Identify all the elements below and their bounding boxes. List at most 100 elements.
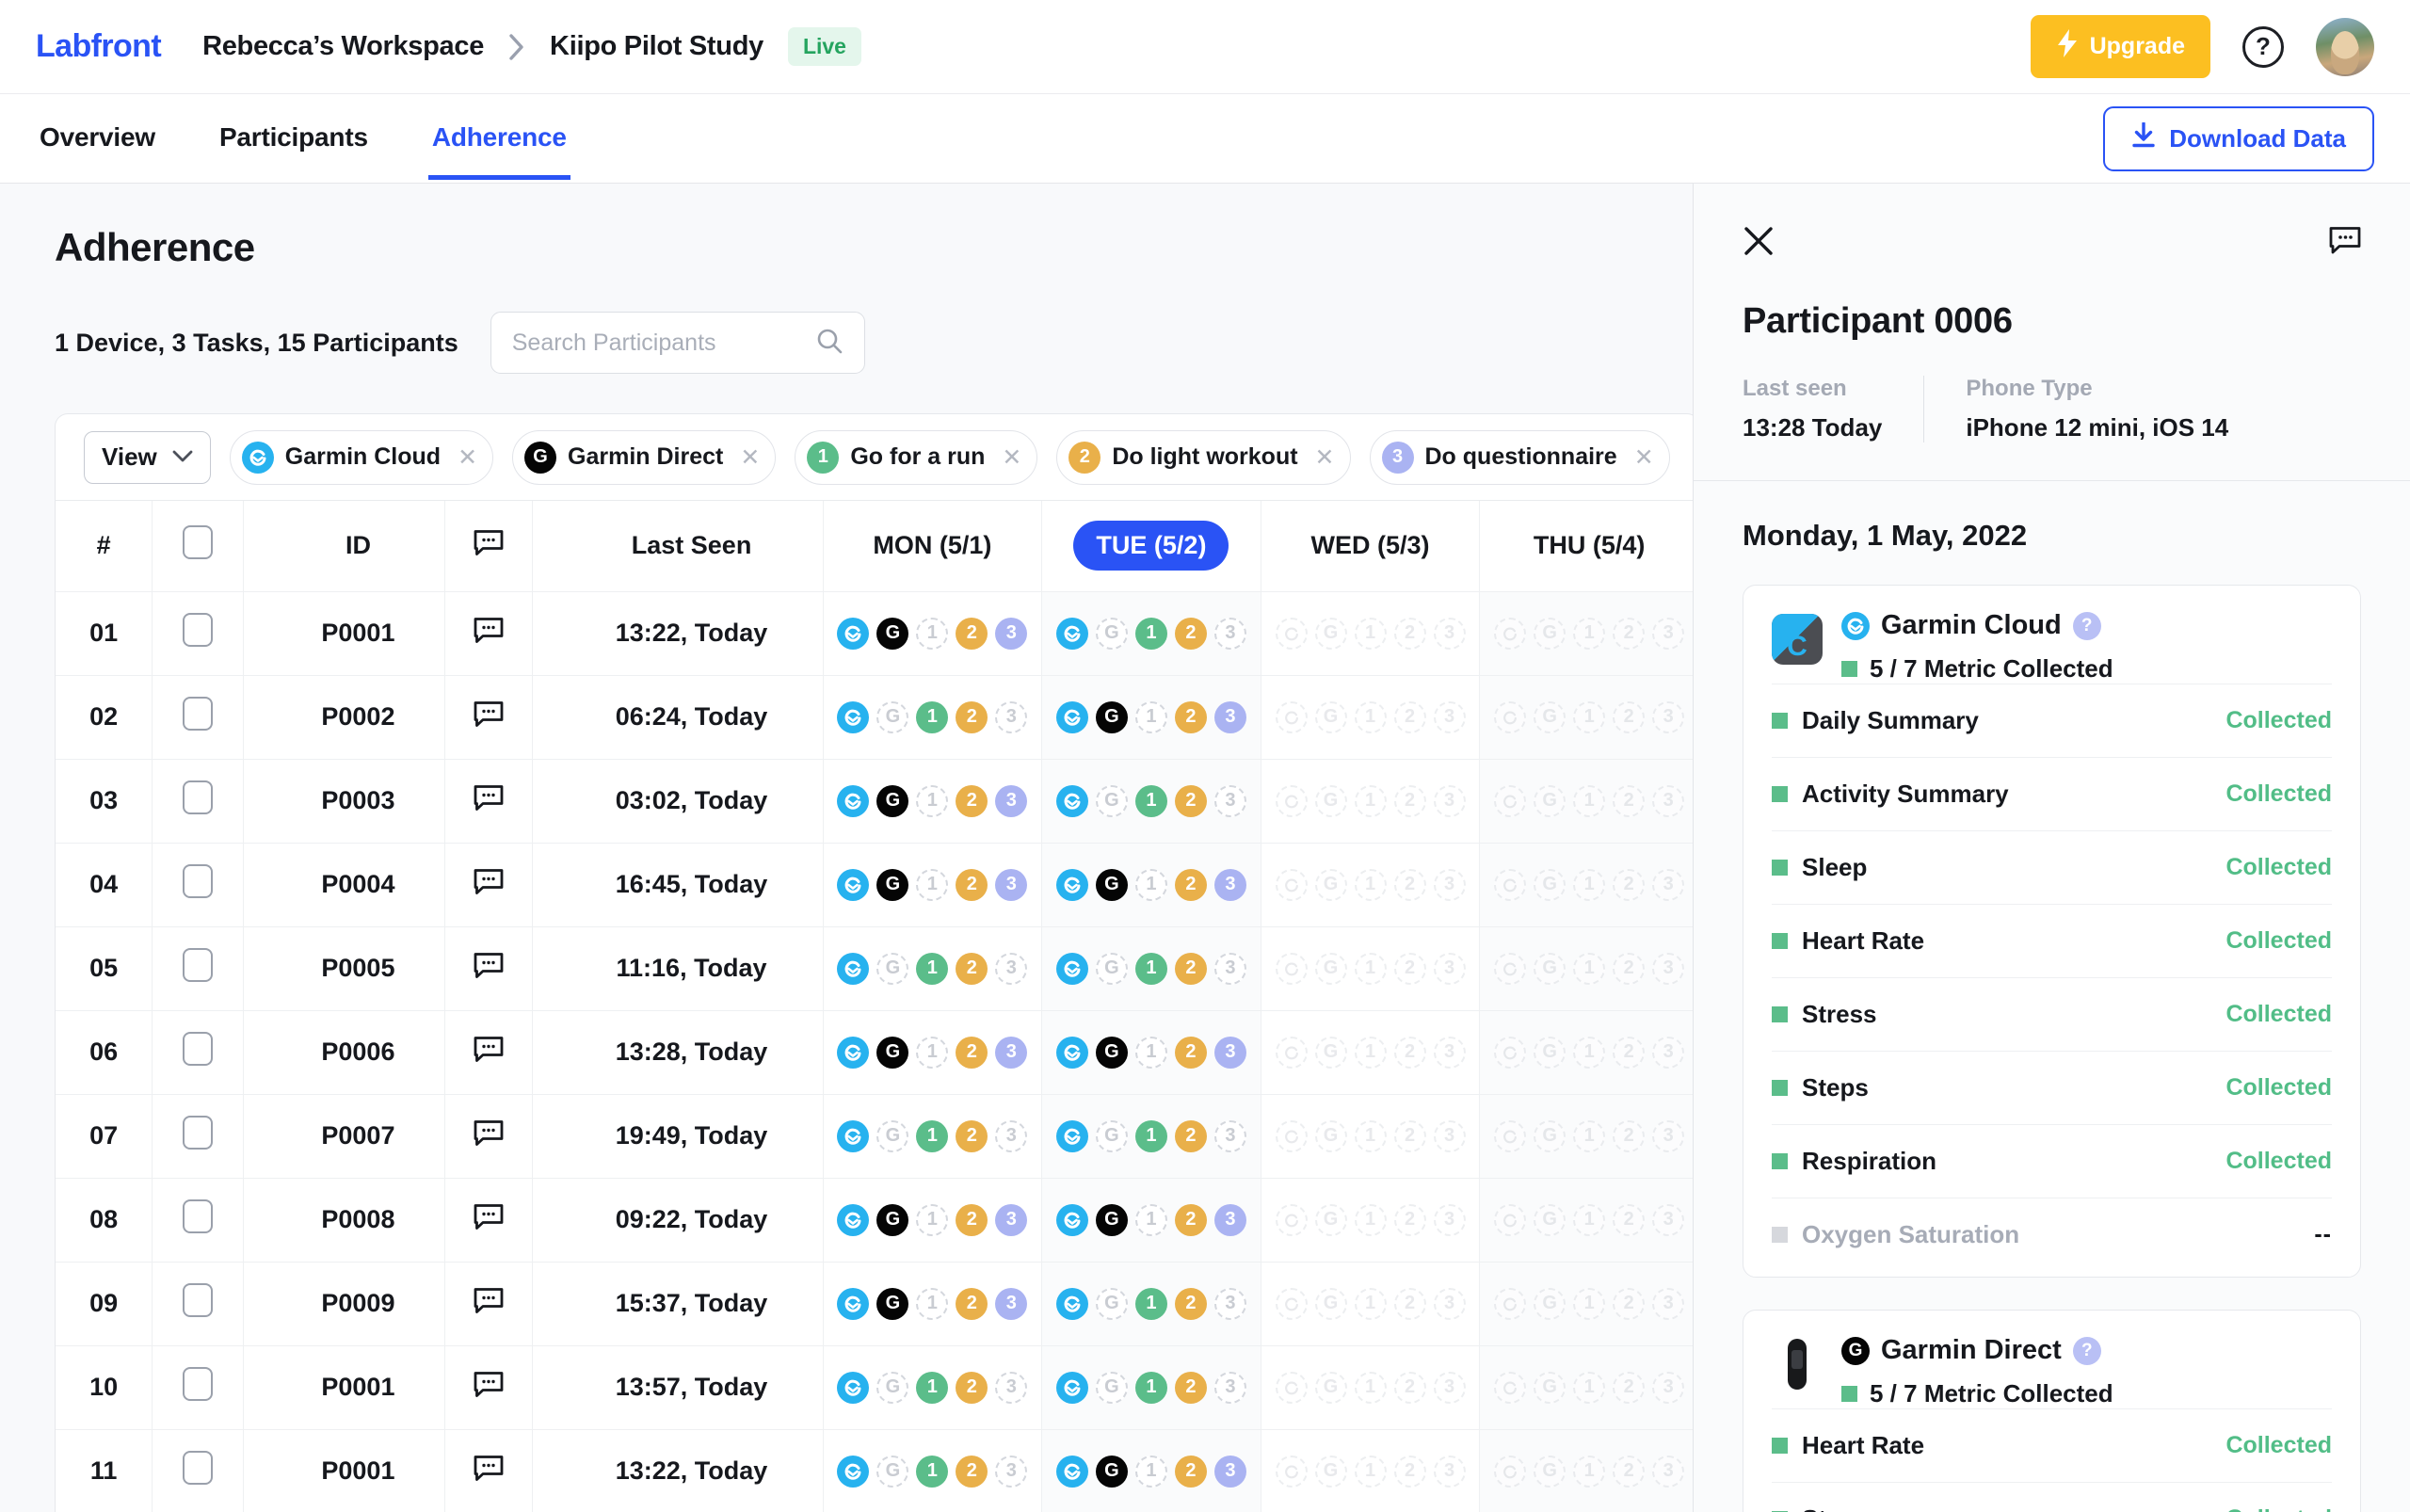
- col-day-thu[interactable]: THU (5/4): [1480, 501, 1693, 591]
- panel-comment-icon[interactable]: [2329, 225, 2361, 260]
- adherence-day-cell[interactable]: G123: [1261, 1345, 1480, 1429]
- row-checkbox-cell[interactable]: [153, 1345, 243, 1429]
- adherence-day-cell[interactable]: G123: [823, 1010, 1042, 1094]
- adherence-day-cell[interactable]: G123: [1261, 675, 1480, 759]
- search-participants-box[interactable]: [490, 312, 865, 374]
- chip-remove-icon[interactable]: ✕: [740, 443, 760, 472]
- adherence-day-cell[interactable]: G123: [823, 675, 1042, 759]
- adherence-day-cell[interactable]: G123: [1042, 1178, 1261, 1262]
- table-row[interactable]: 02P000206:24, TodayG123G123G123G123: [56, 675, 1693, 759]
- row-checkbox[interactable]: [183, 1451, 213, 1485]
- chip-remove-icon[interactable]: ✕: [1634, 443, 1654, 472]
- row-checkbox-cell[interactable]: [153, 843, 243, 926]
- adherence-day-cell[interactable]: G123: [1261, 1429, 1480, 1512]
- comment-icon[interactable]: [474, 1202, 504, 1231]
- download-data-button[interactable]: Download Data: [2103, 106, 2374, 171]
- row-checkbox[interactable]: [183, 1032, 213, 1066]
- adherence-day-cell[interactable]: G123: [1261, 759, 1480, 843]
- row-comment-cell[interactable]: [445, 843, 532, 926]
- breadcrumb-study[interactable]: Kiipo Pilot Study: [550, 31, 763, 62]
- row-comment-cell[interactable]: [445, 1010, 532, 1094]
- row-checkbox-cell[interactable]: [153, 1429, 243, 1512]
- tab-participants[interactable]: Participants: [216, 98, 372, 180]
- adherence-day-cell[interactable]: G123: [1042, 1429, 1261, 1512]
- row-checkbox-cell[interactable]: [153, 1010, 243, 1094]
- help-icon[interactable]: ?: [2242, 26, 2284, 68]
- adherence-day-cell[interactable]: G123: [823, 1345, 1042, 1429]
- adherence-day-cell[interactable]: G123: [823, 591, 1042, 675]
- row-participant-id[interactable]: P0004: [243, 843, 445, 926]
- row-participant-id[interactable]: P0006: [243, 1010, 445, 1094]
- chip-garmin-direct[interactable]: G Garmin Direct ✕: [512, 430, 776, 485]
- adherence-day-cell[interactable]: G123: [1042, 1010, 1261, 1094]
- row-checkbox[interactable]: [183, 613, 213, 647]
- adherence-day-cell[interactable]: G123: [823, 1178, 1042, 1262]
- comment-icon[interactable]: [474, 616, 504, 644]
- table-row[interactable]: 11P000113:22, TodayG123G123G123G123: [56, 1429, 1693, 1512]
- adherence-day-cell[interactable]: G123: [1042, 591, 1261, 675]
- row-participant-id[interactable]: P0001: [243, 1429, 445, 1512]
- table-row[interactable]: 04P000416:45, TodayG123G123G123G123: [56, 843, 1693, 926]
- adherence-day-cell[interactable]: G123: [823, 1429, 1042, 1512]
- table-row[interactable]: 10P000113:57, TodayG123G123G123G123: [56, 1345, 1693, 1429]
- adherence-day-cell[interactable]: G123: [1480, 1345, 1693, 1429]
- row-comment-cell[interactable]: [445, 759, 532, 843]
- adherence-day-cell[interactable]: G123: [823, 759, 1042, 843]
- comment-icon[interactable]: [474, 1370, 504, 1398]
- row-checkbox-cell[interactable]: [153, 1094, 243, 1178]
- row-participant-id[interactable]: P0002: [243, 675, 445, 759]
- row-checkbox-cell[interactable]: [153, 759, 243, 843]
- adherence-day-cell[interactable]: G123: [1042, 1345, 1261, 1429]
- row-participant-id[interactable]: P0001: [243, 591, 445, 675]
- adherence-day-cell[interactable]: G123: [1261, 1262, 1480, 1345]
- select-all-checkbox[interactable]: [183, 525, 213, 559]
- adherence-day-cell[interactable]: G123: [1480, 759, 1693, 843]
- help-icon[interactable]: ?: [2073, 612, 2101, 640]
- comment-icon[interactable]: [474, 951, 504, 979]
- row-participant-id[interactable]: P0009: [243, 1262, 445, 1345]
- active-day-pill[interactable]: TUE (5/2): [1073, 521, 1229, 571]
- row-checkbox[interactable]: [183, 697, 213, 731]
- table-row[interactable]: 03P000303:02, TodayG123G123G123G123: [56, 759, 1693, 843]
- search-input[interactable]: [512, 330, 815, 357]
- adherence-day-cell[interactable]: G123: [1261, 1094, 1480, 1178]
- comment-icon[interactable]: [474, 1286, 504, 1314]
- adherence-day-cell[interactable]: G123: [1480, 1010, 1693, 1094]
- row-participant-id[interactable]: P0008: [243, 1178, 445, 1262]
- adherence-day-cell[interactable]: G123: [1261, 1010, 1480, 1094]
- breadcrumb-workspace[interactable]: Rebecca’s Workspace: [202, 31, 484, 62]
- row-checkbox[interactable]: [183, 948, 213, 982]
- row-participant-id[interactable]: P0005: [243, 926, 445, 1010]
- labfront-logo[interactable]: Labfront: [36, 28, 161, 65]
- row-checkbox[interactable]: [183, 1199, 213, 1233]
- adherence-day-cell[interactable]: G123: [1042, 1262, 1261, 1345]
- comment-icon[interactable]: [474, 700, 504, 728]
- row-checkbox-cell[interactable]: [153, 926, 243, 1010]
- close-icon[interactable]: [1743, 225, 1775, 264]
- chip-task-do-light-workout[interactable]: 2 Do light workout ✕: [1056, 430, 1350, 485]
- adherence-day-cell[interactable]: G123: [823, 926, 1042, 1010]
- row-checkbox[interactable]: [183, 780, 213, 814]
- adherence-day-cell[interactable]: G123: [1042, 675, 1261, 759]
- help-icon[interactable]: ?: [2073, 1337, 2101, 1365]
- row-checkbox-cell[interactable]: [153, 1178, 243, 1262]
- adherence-day-cell[interactable]: G123: [1480, 1262, 1693, 1345]
- adherence-day-cell[interactable]: G123: [1480, 1094, 1693, 1178]
- row-participant-id[interactable]: P0003: [243, 759, 445, 843]
- table-row[interactable]: 08P000809:22, TodayG123G123G123G123: [56, 1178, 1693, 1262]
- col-day-tue[interactable]: TUE (5/2): [1042, 501, 1261, 591]
- comment-icon[interactable]: [474, 1118, 504, 1147]
- adherence-day-cell[interactable]: G123: [1480, 591, 1693, 675]
- adherence-day-cell[interactable]: G123: [1042, 1094, 1261, 1178]
- col-day-wed[interactable]: WED (5/3): [1261, 501, 1480, 591]
- comment-icon[interactable]: [474, 867, 504, 895]
- row-checkbox[interactable]: [183, 864, 213, 898]
- adherence-day-cell[interactable]: G123: [1042, 759, 1261, 843]
- chip-task-go-for-a-run[interactable]: 1 Go for a run ✕: [795, 430, 1037, 485]
- row-checkbox-cell[interactable]: [153, 1262, 243, 1345]
- row-checkbox[interactable]: [183, 1283, 213, 1317]
- row-comment-cell[interactable]: [445, 1429, 532, 1512]
- adherence-day-cell[interactable]: G123: [1480, 1178, 1693, 1262]
- adherence-day-cell[interactable]: G123: [1261, 843, 1480, 926]
- col-day-mon[interactable]: MON (5/1): [823, 501, 1042, 591]
